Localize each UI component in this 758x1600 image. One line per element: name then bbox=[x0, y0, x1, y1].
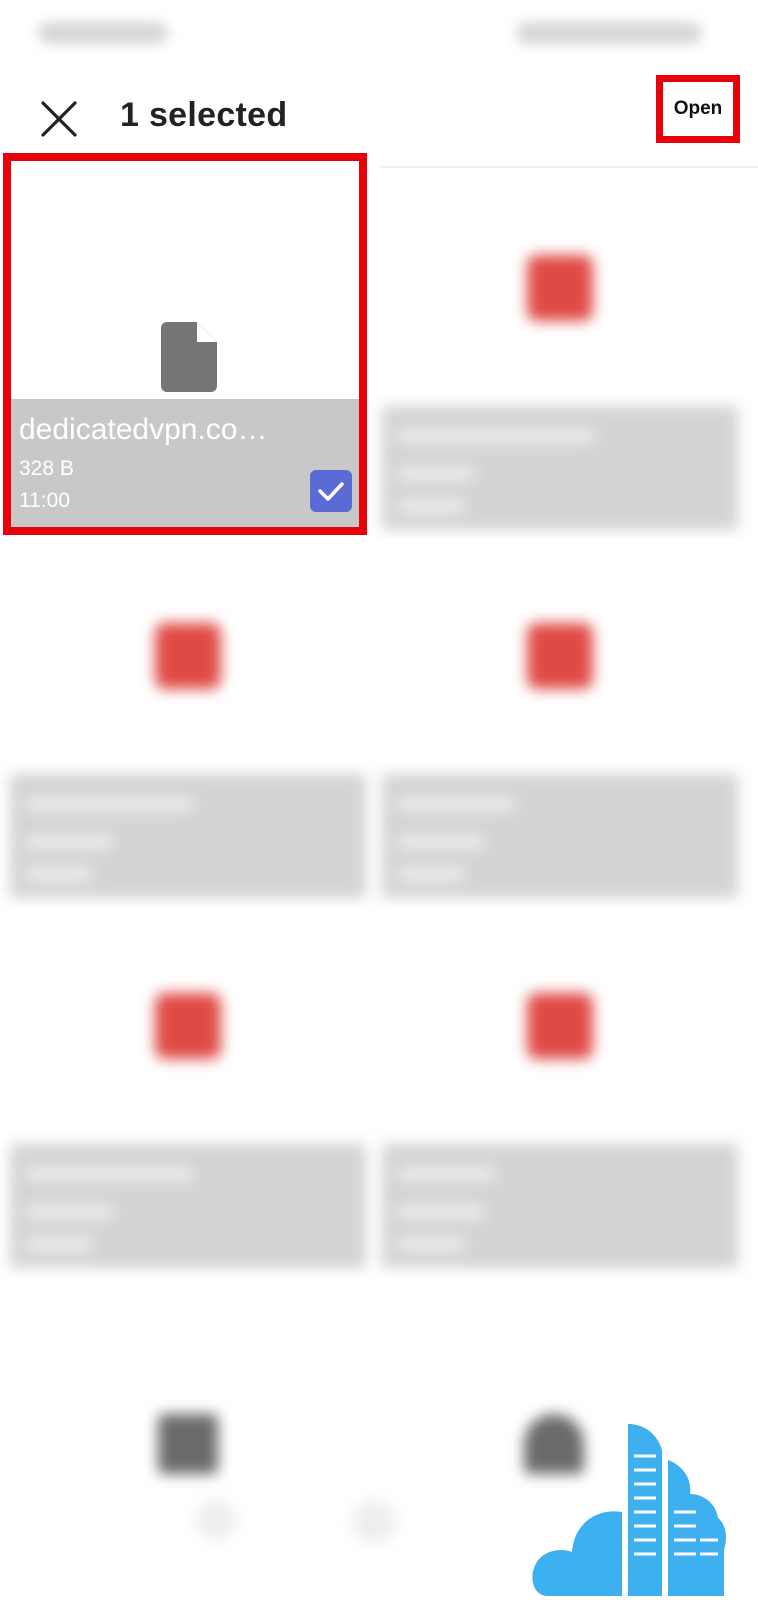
pdf-icon bbox=[155, 623, 221, 689]
nav-hint bbox=[196, 1500, 236, 1540]
file-icon-wrap bbox=[382, 170, 738, 406]
file-caption: dedicatedvpn.co… 328 B 11:00 bbox=[11, 399, 359, 527]
file-caption bbox=[10, 774, 366, 898]
pdf-icon bbox=[527, 993, 593, 1059]
check-icon bbox=[318, 482, 344, 501]
file-icon-wrap bbox=[382, 538, 738, 774]
document-icon bbox=[161, 322, 217, 392]
pdf-icon bbox=[527, 623, 593, 689]
file-caption bbox=[382, 774, 738, 898]
file-tile[interactable] bbox=[382, 538, 738, 898]
file-icon-wrap bbox=[10, 538, 366, 774]
file-tile[interactable] bbox=[10, 908, 366, 1268]
file-tile[interactable] bbox=[10, 538, 366, 898]
pdf-icon bbox=[155, 993, 221, 1059]
file-tile[interactable] bbox=[382, 170, 738, 530]
file-caption bbox=[10, 1144, 366, 1268]
file-icon bbox=[158, 1414, 218, 1474]
file-size: 328 B bbox=[19, 457, 74, 480]
selection-checkbox[interactable] bbox=[310, 470, 352, 512]
file-icon-wrap bbox=[10, 908, 366, 1144]
nav-hint bbox=[352, 1500, 396, 1544]
file-icon-wrap bbox=[382, 908, 738, 1144]
file-tile-selected[interactable]: dedicatedvpn.co… 328 B 11:00 bbox=[3, 153, 367, 535]
file-name: dedicatedvpn.co… bbox=[19, 413, 268, 446]
file-caption bbox=[382, 1144, 738, 1268]
file-time: 11:00 bbox=[19, 489, 70, 512]
file-tile[interactable] bbox=[382, 908, 738, 1268]
file-caption bbox=[382, 406, 738, 530]
file-tile[interactable] bbox=[10, 1280, 366, 1600]
cloud-logo-icon bbox=[532, 1424, 726, 1596]
file-grid: dedicatedvpn.co… 328 B 11:00 bbox=[0, 0, 758, 1600]
pdf-icon bbox=[527, 255, 593, 321]
